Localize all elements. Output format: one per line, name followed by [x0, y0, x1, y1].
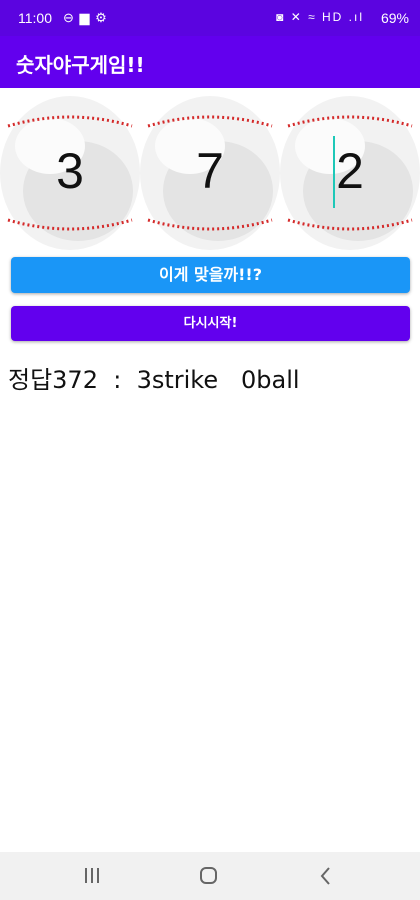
restart-button[interactable]: 다시시작! [11, 306, 410, 341]
navigation-bar [0, 852, 420, 900]
app-bar: 숫자야구게임!! [0, 36, 420, 88]
status-bar: 11:00 ⊖ ▆ ⚙ ◙ ✕ ≈ HD .ıl 69% [0, 0, 420, 36]
ball-input-1[interactable]: 3 [0, 96, 140, 252]
back-icon[interactable] [319, 866, 333, 886]
system-status-icons: ◙ ✕ ≈ HD .ıl [276, 10, 364, 24]
home-icon[interactable] [199, 866, 219, 886]
ball-digit-2: 7 [196, 143, 224, 199]
ball-input-3[interactable]: 2 [280, 96, 420, 252]
ball-digit-3: 2 [336, 143, 364, 199]
app-title: 숫자야구게임!! [16, 53, 145, 77]
status-time: 11:00 [18, 10, 52, 26]
ball-digit-1: 3 [56, 143, 84, 199]
ball-inputs: 3 7 2 [0, 96, 420, 252]
check-answer-button[interactable]: 이게 맞을까!!? [11, 257, 410, 293]
recent-apps-icon[interactable] [84, 866, 100, 886]
battery-level: 69% [380, 10, 409, 26]
ball-input-2[interactable]: 7 [140, 96, 280, 252]
notification-icons: ⊖ ▆ ⚙ [63, 10, 108, 25]
result-text: 정답372 : 3strike 0ball [8, 366, 300, 394]
